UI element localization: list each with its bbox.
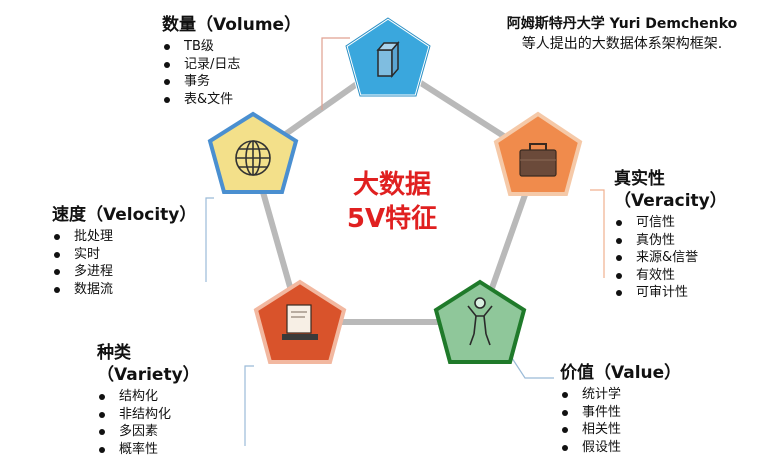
velocity-list: 批处理 实时 多进程 数据流 [52, 228, 196, 298]
value-list: 统计学 事件性 相关性 假设性 [560, 386, 681, 456]
list-item: 记录/日志 [162, 56, 301, 74]
veracity-title-line2: （Veracity） [614, 191, 727, 211]
velocity-label: 速度（Velocity） 批处理 实时 多进程 数据流 [52, 204, 196, 298]
veracity-node [493, 111, 583, 196]
list-item: 批处理 [52, 228, 196, 246]
volume-list: TB级 记录/日志 事务 表&文件 [162, 38, 301, 108]
list-item: 结构化 [97, 388, 200, 406]
list-item: 多进程 [52, 263, 196, 281]
list-item: 实时 [52, 246, 196, 264]
list-item: 假设性 [560, 439, 681, 457]
value-label: 价值（Value） 统计学 事件性 相关性 假设性 [560, 362, 681, 456]
list-item: TB级 [162, 38, 301, 56]
variety-label: 种类 （Variety） 结构化 非结构化 多因素 概率性 [97, 342, 200, 458]
variety-list: 结构化 非结构化 多因素 概率性 [97, 388, 200, 458]
list-item: 数据流 [52, 281, 196, 299]
volume-title: 数量（Volume） [162, 15, 302, 35]
list-item: 相关性 [560, 421, 681, 439]
list-item: 有效性 [614, 267, 727, 285]
veracity-label: 真实性 （Veracity） 可信性 真伪性 来源&信誉 有效性 可审计性 [614, 168, 727, 302]
cube-icon [376, 40, 400, 79]
list-item: 表&文件 [162, 91, 301, 109]
list-item: 可审计性 [614, 284, 727, 302]
veracity-title-line1: 真实性 [614, 169, 665, 189]
variety-node [253, 279, 347, 364]
list-item: 事件性 [560, 404, 681, 422]
value-node [433, 279, 527, 364]
center-title: 大数据 5V特征 [322, 168, 462, 236]
center-title-line1: 大数据 [352, 170, 431, 200]
center-title-line2: 5V特征 [346, 204, 438, 234]
list-item: 概率性 [97, 441, 200, 459]
volume-node [344, 16, 432, 98]
variety-title-line2: （Variety） [97, 365, 200, 385]
velocity-title: 速度（Velocity） [52, 205, 197, 225]
list-item: 可信性 [614, 214, 727, 232]
list-item: 真伪性 [614, 232, 727, 250]
volume-label: 数量（Volume） TB级 记录/日志 事务 表&文件 [162, 14, 301, 108]
source-note-line2: 等人提出的大数据体系架构框架. [521, 36, 723, 52]
veracity-list: 可信性 真伪性 来源&信誉 有效性 可审计性 [614, 214, 727, 302]
velocity-node [207, 111, 299, 194]
list-item: 非结构化 [97, 406, 200, 424]
value-title: 价值（Value） [560, 363, 682, 383]
source-note: 阿姆斯特丹大学 Yuri Demchenko 等人提出的大数据体系架构框架. [482, 14, 762, 54]
variety-title-line1: 种类 [97, 343, 131, 363]
list-item: 事务 [162, 73, 301, 91]
globe-icon [235, 140, 271, 176]
list-item: 多因素 [97, 423, 200, 441]
list-item: 统计学 [560, 386, 681, 404]
list-item: 来源&信誉 [614, 249, 727, 267]
source-note-line1: 阿姆斯特丹大学 Yuri Demchenko [506, 16, 738, 32]
